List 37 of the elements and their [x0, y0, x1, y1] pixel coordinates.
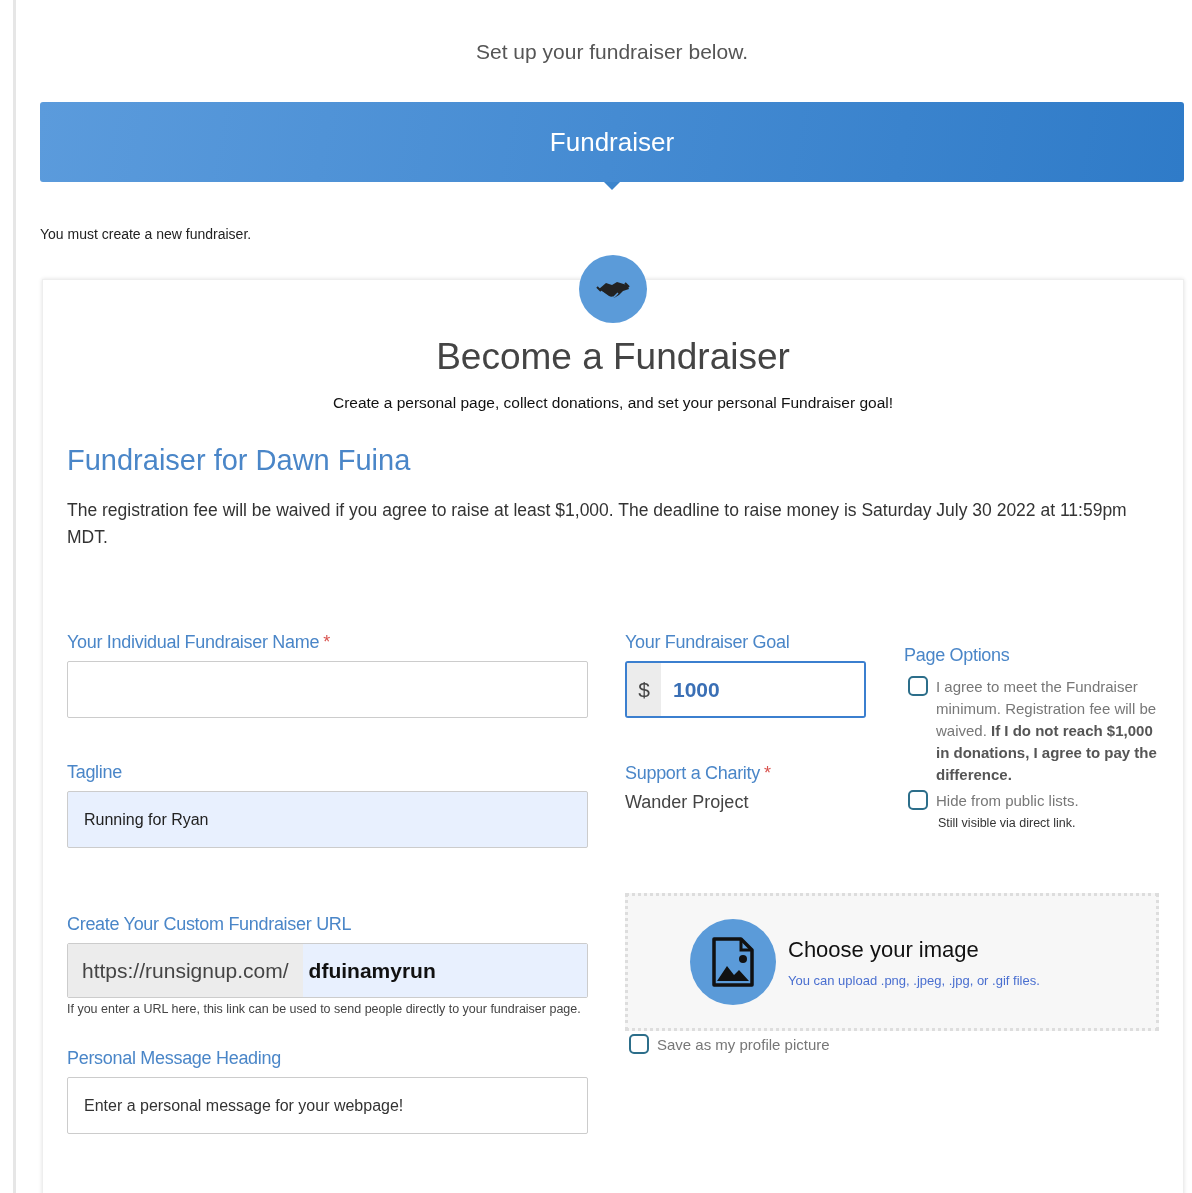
- help-text: If you enter a URL here, this link can be used to send people directly to your fundraiser page.: [67, 1001, 582, 1018]
- option-note: Still visible via direct link.: [938, 816, 1077, 830]
- upload-hint: You can upload .png, .jpeg, .jpg, or .gif files.: [788, 972, 1040, 988]
- intro-text: Set up your fundraiser below.: [475, 39, 749, 65]
- required-mark: *: [323, 632, 330, 652]
- field-label: Support a Charity: [625, 763, 760, 783]
- card-subtitle: Create a personal page, collect donations, and set your personal Fundraiser goal!: [331, 394, 895, 412]
- banner-pointer: [604, 182, 620, 190]
- notice-text: You must create a new fundraiser.: [40, 226, 253, 244]
- field-label: Create Your Custom Fundraiser URL: [67, 914, 352, 934]
- field-label: Personal Message Heading: [67, 1048, 281, 1068]
- option-label: Hide from public lists.: [936, 791, 1079, 811]
- checkbox[interactable]: [908, 790, 928, 810]
- goal-field[interactable]: $ 1000: [625, 661, 866, 718]
- currency-prefix: $: [627, 663, 661, 716]
- message-field[interactable]: Enter a personal message for your webpage!: [67, 1077, 588, 1134]
- image-file-icon: [690, 919, 776, 1005]
- checkbox[interactable]: [629, 1034, 649, 1054]
- checkbox[interactable]: [908, 676, 928, 696]
- field-label: Tagline: [67, 762, 122, 782]
- charity-name: Wander Project: [625, 792, 750, 813]
- fundraiser-heading: Fundraiser for Dawn Fuina: [67, 444, 412, 477]
- upload-title: Choose your image: [788, 936, 980, 963]
- section-label: Page Options: [904, 644, 1011, 666]
- step-banner: Fundraiser: [40, 102, 1184, 182]
- url-field[interactable]: https://runsignup.com/ dfuinamyrun: [67, 943, 588, 998]
- option-label: I agree to meet the Fundraiser minimum. Registration fee will be waived. If I do not reach $1,000 in donations, I agree to pay the difference.: [936, 677, 1158, 785]
- checkbox-label: Save as my profile picture: [657, 1035, 830, 1055]
- card-title: Become a Fundraiser: [435, 336, 791, 378]
- description-text: The registration fee will be waived if you agree to raise at least $1,000. The deadline to raise money is Saturday July 30 2022 at 11:59pm MDT.: [67, 499, 1128, 549]
- field-label: Your Individual Fundraiser Name: [67, 632, 320, 652]
- text-field[interactable]: Running for Ryan: [67, 791, 588, 848]
- image-dropzone[interactable]: Choose your image You can upload .png, .jpeg, .jpg, or .gif files.: [625, 893, 1159, 1031]
- required-mark: *: [764, 763, 771, 783]
- url-prefix: https://runsignup.com/: [68, 944, 303, 997]
- field-label: Your Fundraiser Goal: [625, 632, 790, 652]
- text-field[interactable]: [67, 661, 588, 718]
